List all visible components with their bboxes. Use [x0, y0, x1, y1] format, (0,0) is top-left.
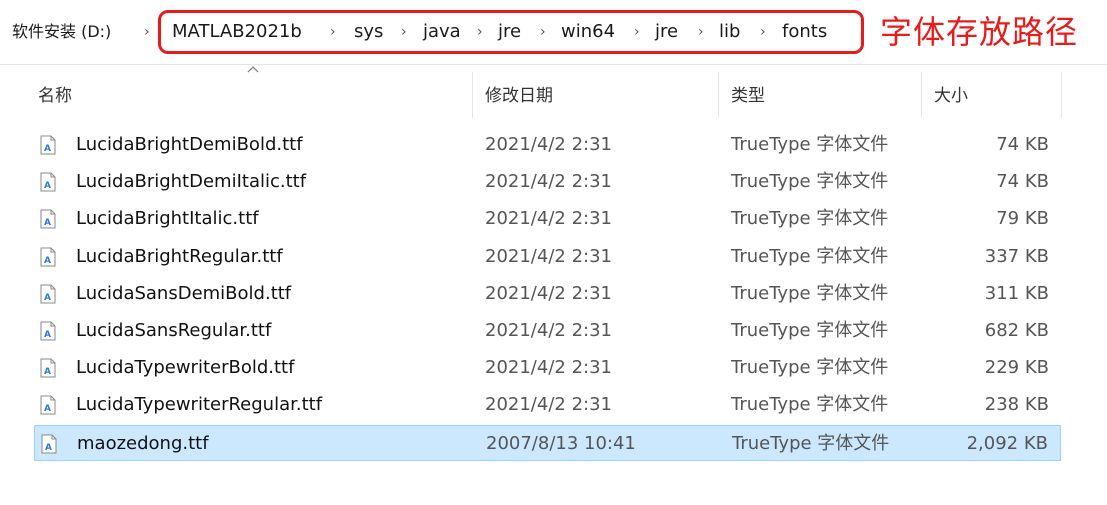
file-name: LucidaBrightDemiItalic.ttf — [76, 171, 307, 193]
breadcrumb-item-jre[interactable]: jre — [498, 20, 521, 44]
file-size: 311 KB — [984, 282, 1049, 304]
file-row[interactable]: Amaozedong.ttf 2007/8/13 10:41 TrueType 字体… — [34, 424, 1061, 461]
svg-text:A: A — [44, 218, 51, 228]
file-type: TrueType 字体文件 — [731, 320, 889, 341]
file-size: 682 KB — [984, 320, 1049, 341]
file-name: LucidaSansRegular.ttf — [76, 320, 272, 341]
file-row[interactable]: A LucidaBrightRegular.ttf 2021/4/2 2:31 Tru… — [34, 239, 1061, 275]
file-size: 2,092 KB — [966, 432, 1048, 454]
column-divider[interactable] — [472, 72, 473, 118]
file-type: TrueType 字体文件 — [731, 394, 889, 416]
file-row[interactable]: A LucidaBrightItalic.ttf 2021/4/2 2:31 True… — [34, 201, 1061, 237]
breadcrumb-item-fonts[interactable]: fonts — [782, 20, 827, 44]
sort-ascending-icon[interactable] — [246, 64, 260, 74]
chevron-right-icon[interactable]: › — [634, 20, 640, 44]
file-name: LucidaBrightRegular.ttf — [76, 245, 283, 267]
file-date-modified: 2021/4/2 2:31 — [485, 357, 612, 379]
file-name: LucidaBrightItalic.ttf — [76, 208, 259, 230]
file-row[interactable]: A LucidaBrightDemiBold.ttf 2021/4/2 2:31 Tr… — [34, 127, 1061, 163]
file-name: LucidaBrightDemiBold.ttf — [76, 134, 303, 155]
breadcrumb-item-win64[interactable]: win64 — [561, 20, 615, 44]
file-row[interactable]: A LucidaSansRegular.ttf 2021/4/2 2:31 TrueT… — [34, 313, 1061, 349]
font-file-icon: A — [40, 284, 56, 304]
file-size: 74 KB — [996, 171, 1049, 193]
column-header-type[interactable]: 类型 — [731, 81, 765, 111]
file-date-modified: 2021/4/2 2:31 — [485, 208, 612, 230]
file-size: 238 KB — [984, 394, 1049, 416]
file-type: TrueType 字体文件 — [731, 134, 889, 155]
svg-text:A: A — [44, 330, 51, 340]
file-size: 74 KB — [996, 134, 1049, 155]
file-row[interactable]: A LucidaTypewriterBold.ttf 2021/4/2 2:31 Tr… — [34, 350, 1061, 386]
font-file-icon: A — [41, 434, 57, 454]
file-type: TrueType 字体文件 — [731, 282, 889, 304]
file-size: 337 KB — [984, 245, 1049, 267]
chevron-right-icon[interactable]: › — [540, 20, 546, 44]
file-type: TrueType 字体文件 — [731, 171, 889, 193]
column-header-name[interactable]: 名称 — [38, 81, 72, 111]
file-date-modified: 2021/4/2 2:31 — [485, 171, 612, 193]
breadcrumb-item-sys[interactable]: sys — [354, 20, 383, 44]
chevron-right-icon[interactable]: › — [477, 20, 483, 44]
column-header-size[interactable]: 大小 — [934, 81, 968, 111]
font-file-icon: A — [40, 172, 56, 192]
file-name: LucidaTypewriterBold.ttf — [76, 357, 295, 379]
file-date-modified: 2021/4/2 2:31 — [485, 394, 612, 416]
breadcrumb-item-lib[interactable]: lib — [719, 20, 740, 44]
chevron-right-icon[interactable]: › — [144, 20, 150, 44]
font-file-icon: A — [40, 135, 56, 155]
breadcrumb-root-drive[interactable]: 软件安装 (D:) — [12, 20, 111, 44]
font-file-icon: A — [40, 321, 56, 341]
column-divider[interactable] — [921, 72, 922, 118]
font-file-icon: A — [40, 209, 56, 229]
svg-text:A: A — [44, 293, 51, 303]
svg-text:A: A — [44, 367, 51, 377]
column-header-date[interactable]: 修改日期 — [485, 81, 553, 111]
svg-text:A: A — [44, 256, 51, 266]
chevron-right-icon[interactable]: › — [330, 20, 336, 44]
chevron-right-icon[interactable]: › — [760, 20, 766, 44]
breadcrumb-item-java[interactable]: java — [423, 20, 461, 44]
file-type: TrueType 字体文件 — [731, 208, 889, 230]
file-type: TrueType 字体文件 — [732, 432, 890, 454]
path-annotation-label: 字体存放路径 — [880, 13, 1079, 51]
column-divider[interactable] — [718, 72, 719, 118]
file-date-modified: 2007/8/13 10:41 — [486, 432, 636, 454]
breadcrumb-item-jre-2[interactable]: jre — [655, 20, 678, 44]
svg-text:A: A — [44, 144, 51, 154]
font-file-icon: A — [40, 358, 56, 378]
column-divider[interactable] — [1061, 72, 1062, 118]
file-type: TrueType 字体文件 — [731, 245, 889, 267]
file-date-modified: 2021/4/2 2:31 — [485, 282, 612, 304]
svg-text:A: A — [44, 181, 51, 191]
file-type: TrueType 字体文件 — [731, 357, 889, 379]
file-date-modified: 2021/4/2 2:31 — [485, 245, 612, 267]
svg-text:A: A — [45, 443, 52, 453]
file-row[interactable]: A LucidaSansDemiBold.ttf 2021/4/2 2:31 True… — [34, 276, 1061, 312]
font-file-icon: A — [40, 247, 56, 267]
chevron-right-icon[interactable]: › — [401, 20, 407, 44]
file-row[interactable]: A LucidaBrightDemiItalic.ttf 2021/4/2 2:31… — [34, 164, 1061, 200]
file-row[interactable]: A LucidaTypewriterRegular.ttf 2021/4/2 2:3… — [34, 387, 1061, 423]
file-name: LucidaSansDemiBold.ttf — [76, 282, 292, 304]
file-date-modified: 2021/4/2 2:31 — [485, 320, 612, 341]
file-name: maozedong.ttf — [77, 432, 209, 454]
file-explorer-window: 软件安装 (D:) › MATLAB2021b › sys › java › j… — [0, 0, 1107, 505]
file-size: 229 KB — [984, 357, 1049, 379]
breadcrumb-item-matlab[interactable]: MATLAB2021b — [172, 20, 302, 44]
svg-text:A: A — [44, 404, 51, 414]
font-file-icon: A — [40, 395, 56, 415]
file-date-modified: 2021/4/2 2:31 — [485, 134, 612, 155]
chevron-right-icon[interactable]: › — [698, 20, 704, 44]
file-size: 79 KB — [996, 208, 1049, 230]
file-name: LucidaTypewriterRegular.ttf — [76, 394, 323, 416]
